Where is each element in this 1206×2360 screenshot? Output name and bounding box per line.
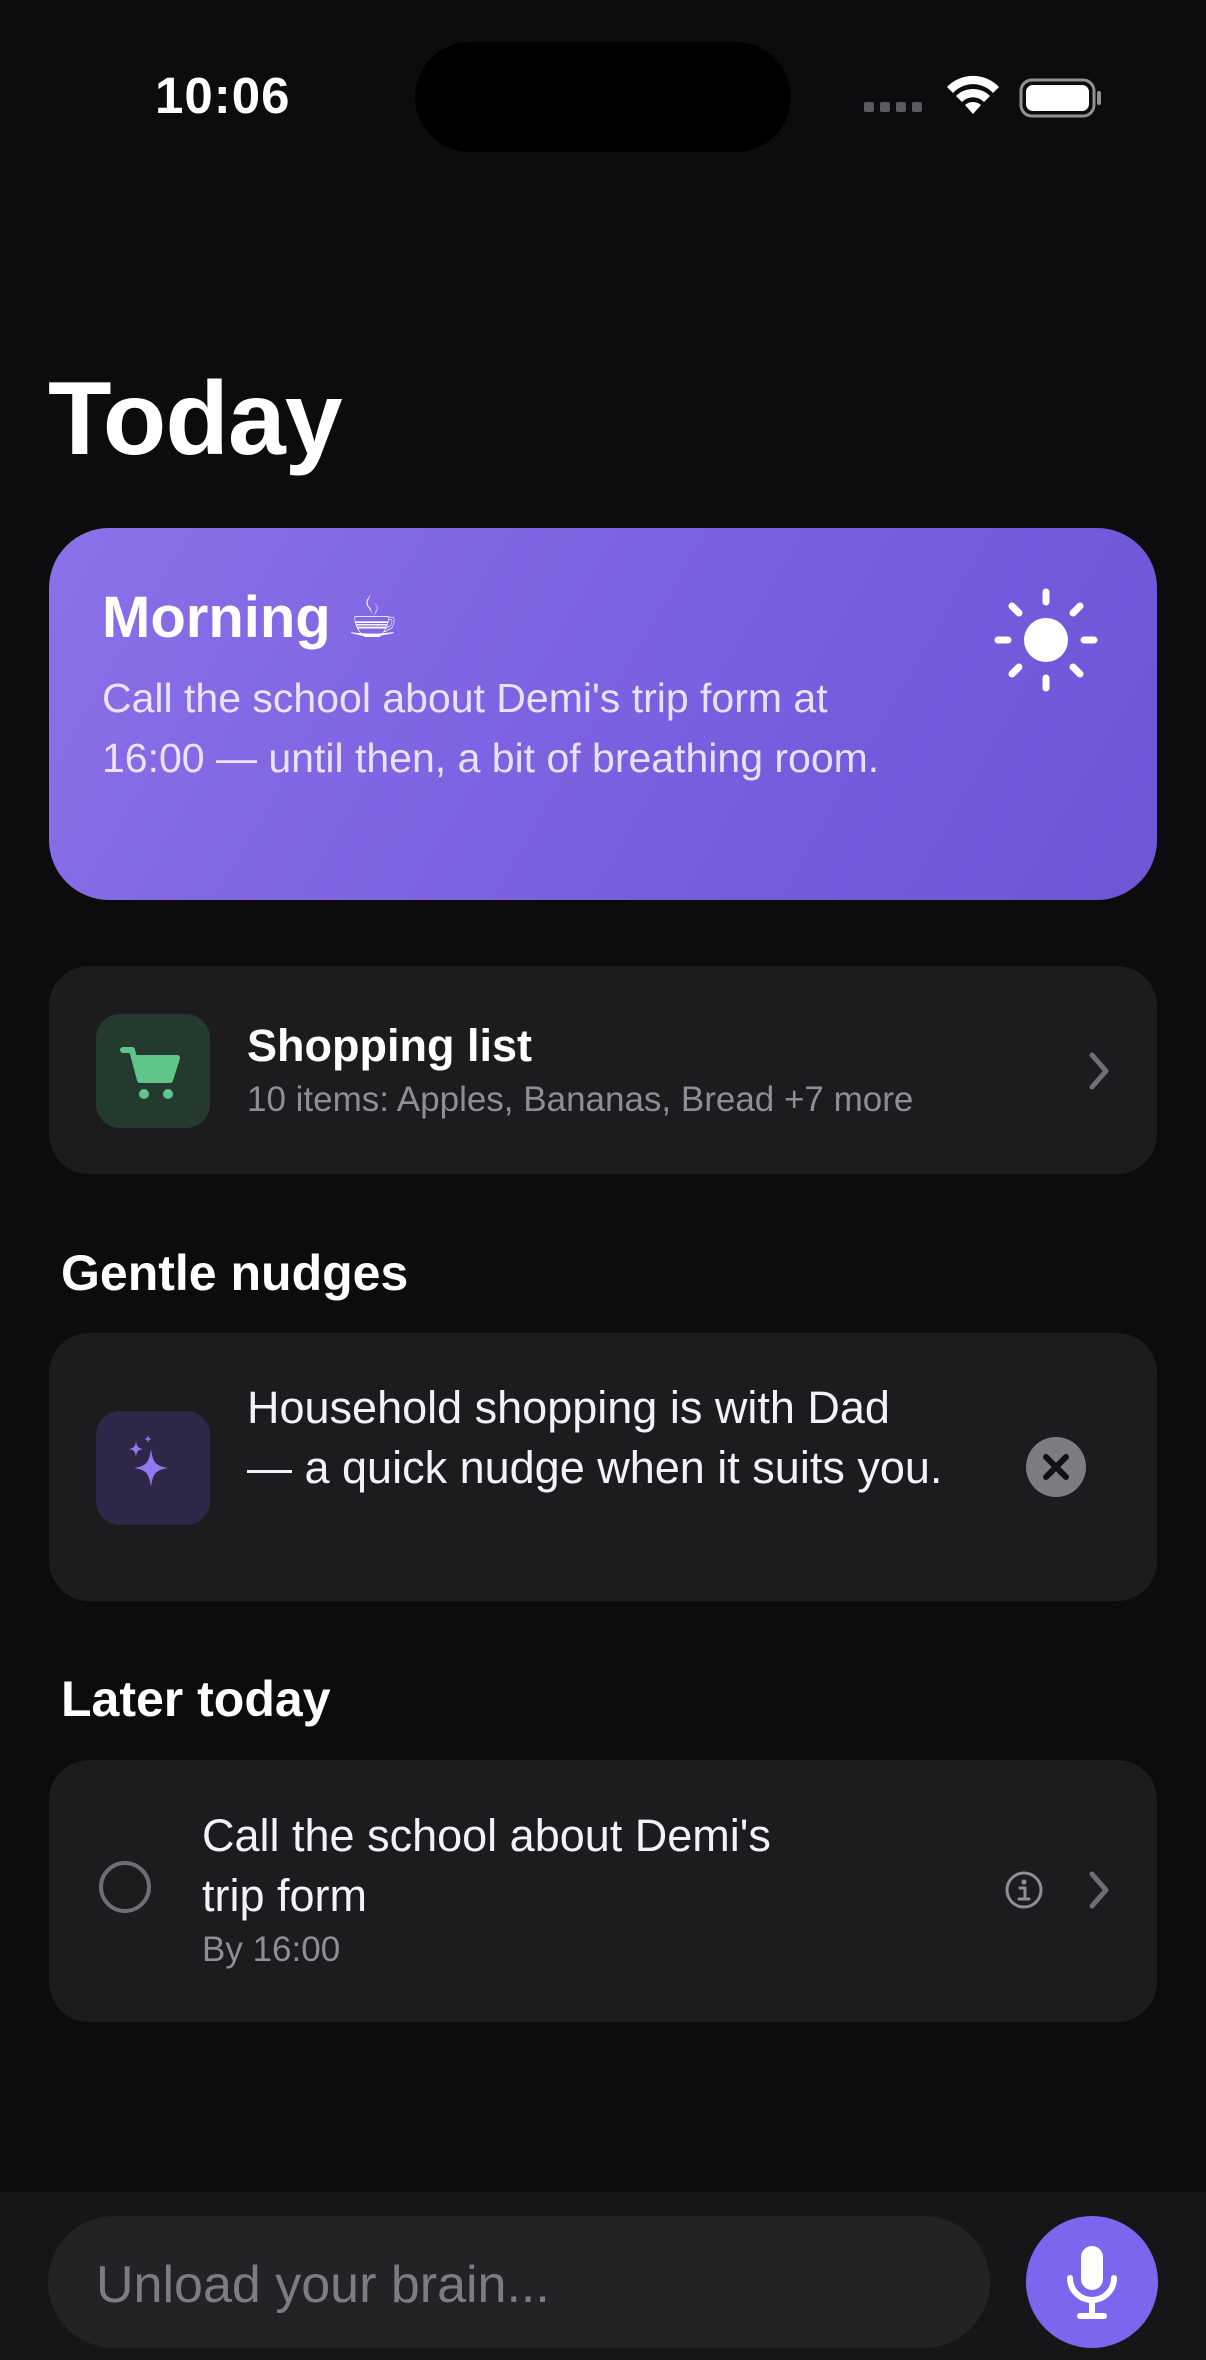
nudges-heading: Gentle nudges [61, 1245, 409, 1301]
status-time: 10:06 [155, 67, 291, 124]
shopping-list-title: Shopping list [247, 1020, 532, 1071]
wifi-icon [947, 75, 999, 114]
dismiss-nudge-button[interactable] [1026, 1437, 1086, 1497]
task-title: Call the school about Demi's trip form [202, 1810, 771, 1921]
nudge-text: Household shopping is with Dad — a quick… [247, 1382, 943, 1493]
page-title: Today [48, 361, 343, 477]
dynamic-island [415, 42, 791, 152]
morning-title: Morning ☕ [102, 585, 399, 650]
brain-dump-placeholder: Unload your brain... [96, 2256, 550, 2314]
sparkles-icon [129, 1435, 168, 1487]
close-icon [1043, 1454, 1069, 1480]
mic-button[interactable] [1026, 2216, 1158, 2348]
task-due: By 16:00 [202, 1930, 341, 1969]
cellular-icon [864, 102, 922, 112]
chevron-right-icon[interactable] [1084, 1868, 1114, 1912]
sun-icon [994, 588, 1098, 692]
later-heading: Later today [61, 1671, 331, 1727]
shopping-list-card[interactable] [49, 966, 1157, 1174]
shopping-icon-tile [96, 1014, 210, 1128]
status-icons [864, 75, 1101, 118]
battery-icon [1019, 78, 1101, 118]
microphone-icon [1067, 2246, 1117, 2319]
task-complete-checkbox[interactable] [99, 1861, 151, 1913]
cart-icon [120, 1047, 180, 1099]
chevron-right-icon [1089, 1052, 1109, 1090]
morning-summary: Call the school about Demi's trip form a… [102, 675, 880, 781]
shopping-list-summary: 10 items: Apples, Bananas, Bread +7 more [247, 1080, 914, 1119]
info-icon[interactable] [1004, 1870, 1044, 1910]
nudge-icon-tile [96, 1411, 210, 1525]
